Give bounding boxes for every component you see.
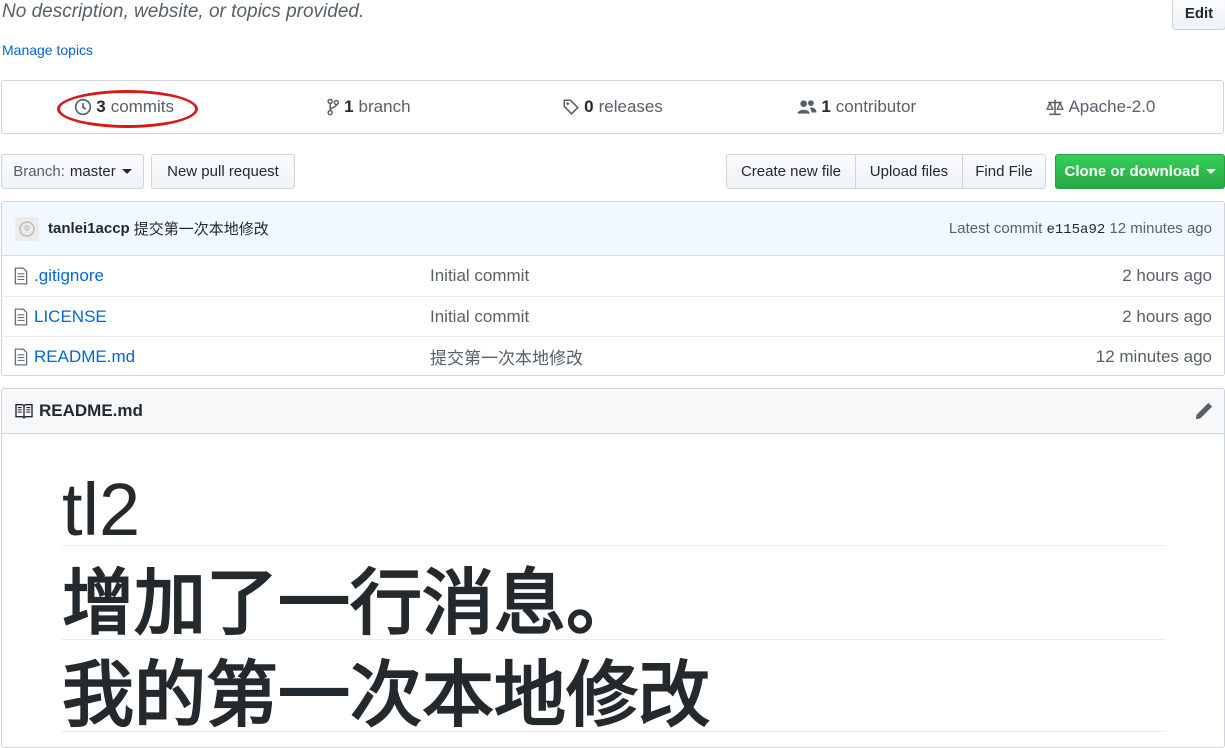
file-name: README.md bbox=[34, 346, 136, 366]
readme-header: README.md bbox=[2, 389, 1224, 434]
readme-heading-text: tl2 bbox=[62, 473, 1166, 547]
file-commit-message[interactable]: Initial commit bbox=[430, 266, 529, 286]
file-commit-message[interactable]: Initial commit bbox=[430, 307, 529, 327]
readme-heading: tl2 bbox=[62, 473, 1166, 547]
new-pull-request-button[interactable]: New pull request bbox=[151, 154, 295, 189]
table-row: LICENSE Initial commit 2 hours ago bbox=[2, 296, 1224, 336]
branches-count: 1 bbox=[344, 97, 354, 116]
find-file-button[interactable]: Find File bbox=[962, 154, 1046, 189]
edit-description-button[interactable]: Edit bbox=[1172, 0, 1225, 30]
file-link[interactable]: LICENSE bbox=[14, 307, 107, 327]
contributors-label: contributor bbox=[835, 97, 917, 116]
readme-heading: 我的第一次本地修改 bbox=[62, 660, 1166, 733]
latest-commit-bar: tanlei1accp 提交第一次本地修改 Latest commit e115… bbox=[2, 202, 1224, 256]
file-link[interactable]: .gitignore bbox=[14, 266, 104, 286]
branch-select-button[interactable]: Branch: master bbox=[1, 154, 144, 189]
manage-topics-link[interactable]: Manage topics bbox=[2, 40, 93, 60]
file-name: .gitignore bbox=[34, 266, 104, 285]
branches-summary[interactable]: 1 branch bbox=[246, 97, 490, 117]
file-name: LICENSE bbox=[34, 306, 107, 326]
readme-title: README.md bbox=[14, 401, 143, 421]
git-branch-icon bbox=[327, 98, 340, 116]
license-summary[interactable]: Apache-2.0 bbox=[979, 97, 1223, 117]
tag-icon bbox=[563, 99, 580, 115]
file-icon bbox=[14, 267, 28, 285]
file-actions-group: Create new file Upload files Find File bbox=[726, 154, 1046, 189]
clone-or-download-button[interactable]: Clone or download bbox=[1055, 154, 1225, 189]
branch-name: master bbox=[69, 163, 116, 180]
github-mark-icon bbox=[19, 220, 35, 237]
latest-commit-info: Latest commit e115a92 12 minutes ago bbox=[949, 220, 1212, 238]
file-age: 12 minutes ago bbox=[1095, 346, 1212, 366]
upload-files-button[interactable]: Upload files bbox=[855, 154, 963, 189]
releases-count: 0 bbox=[584, 97, 594, 116]
create-new-file-button[interactable]: Create new file bbox=[726, 154, 856, 189]
commit-sha[interactable]: e115a92 bbox=[1046, 222, 1105, 238]
file-icon bbox=[14, 307, 28, 326]
file-age: 2 hours ago bbox=[1122, 266, 1212, 285]
file-icon bbox=[14, 347, 28, 366]
license-label: Apache-2.0 bbox=[1068, 97, 1156, 116]
commit-author[interactable]: tanlei1accp bbox=[48, 220, 130, 237]
chevron-down-icon bbox=[1205, 169, 1216, 174]
file-age: 2 hours ago bbox=[1122, 306, 1212, 326]
releases-summary[interactable]: 0 releases bbox=[490, 97, 734, 117]
readme-heading: 增加了一行消息。 bbox=[62, 568, 1166, 640]
file-commit-message[interactable]: 提交第一次本地修改 bbox=[430, 344, 583, 369]
people-icon bbox=[797, 100, 817, 114]
commit-message[interactable]: 提交第一次本地修改 bbox=[134, 218, 269, 239]
releases-label: releases bbox=[598, 97, 663, 116]
readme-panel: README.md tl2 增加了一行消息。 我的第一次本地修改 bbox=[1, 388, 1225, 748]
file-browser: tanlei1accp 提交第一次本地修改 Latest commit e115… bbox=[1, 201, 1225, 376]
pencil-icon[interactable] bbox=[1194, 401, 1214, 421]
table-row: .gitignore Initial commit 2 hours ago bbox=[2, 256, 1224, 296]
chevron-down-icon bbox=[121, 169, 132, 174]
readme-heading-text: 增加了一行消息。 bbox=[62, 568, 1166, 640]
readme-filename: README.md bbox=[39, 401, 143, 420]
commit-age: 12 minutes ago bbox=[1109, 219, 1212, 237]
file-link[interactable]: README.md bbox=[14, 347, 135, 367]
branches-label: branch bbox=[358, 97, 411, 116]
law-icon bbox=[1046, 99, 1065, 116]
book-icon bbox=[15, 404, 33, 419]
contributors-summary[interactable]: 1 contributor bbox=[735, 97, 979, 117]
clone-or-download-label: Clone or download bbox=[1064, 163, 1200, 180]
table-row: README.md 提交第一次本地修改 12 minutes ago bbox=[2, 336, 1224, 375]
red-highlight-circle bbox=[57, 90, 198, 128]
readme-heading-text: 我的第一次本地修改 bbox=[62, 660, 1166, 732]
contributors-count: 1 bbox=[821, 97, 831, 116]
latest-commit-label: Latest commit bbox=[948, 219, 1043, 237]
repo-description: No description, website, or topics provi… bbox=[2, 1, 365, 22]
branch-prefix: Branch: bbox=[13, 163, 65, 180]
avatar[interactable] bbox=[15, 216, 39, 241]
